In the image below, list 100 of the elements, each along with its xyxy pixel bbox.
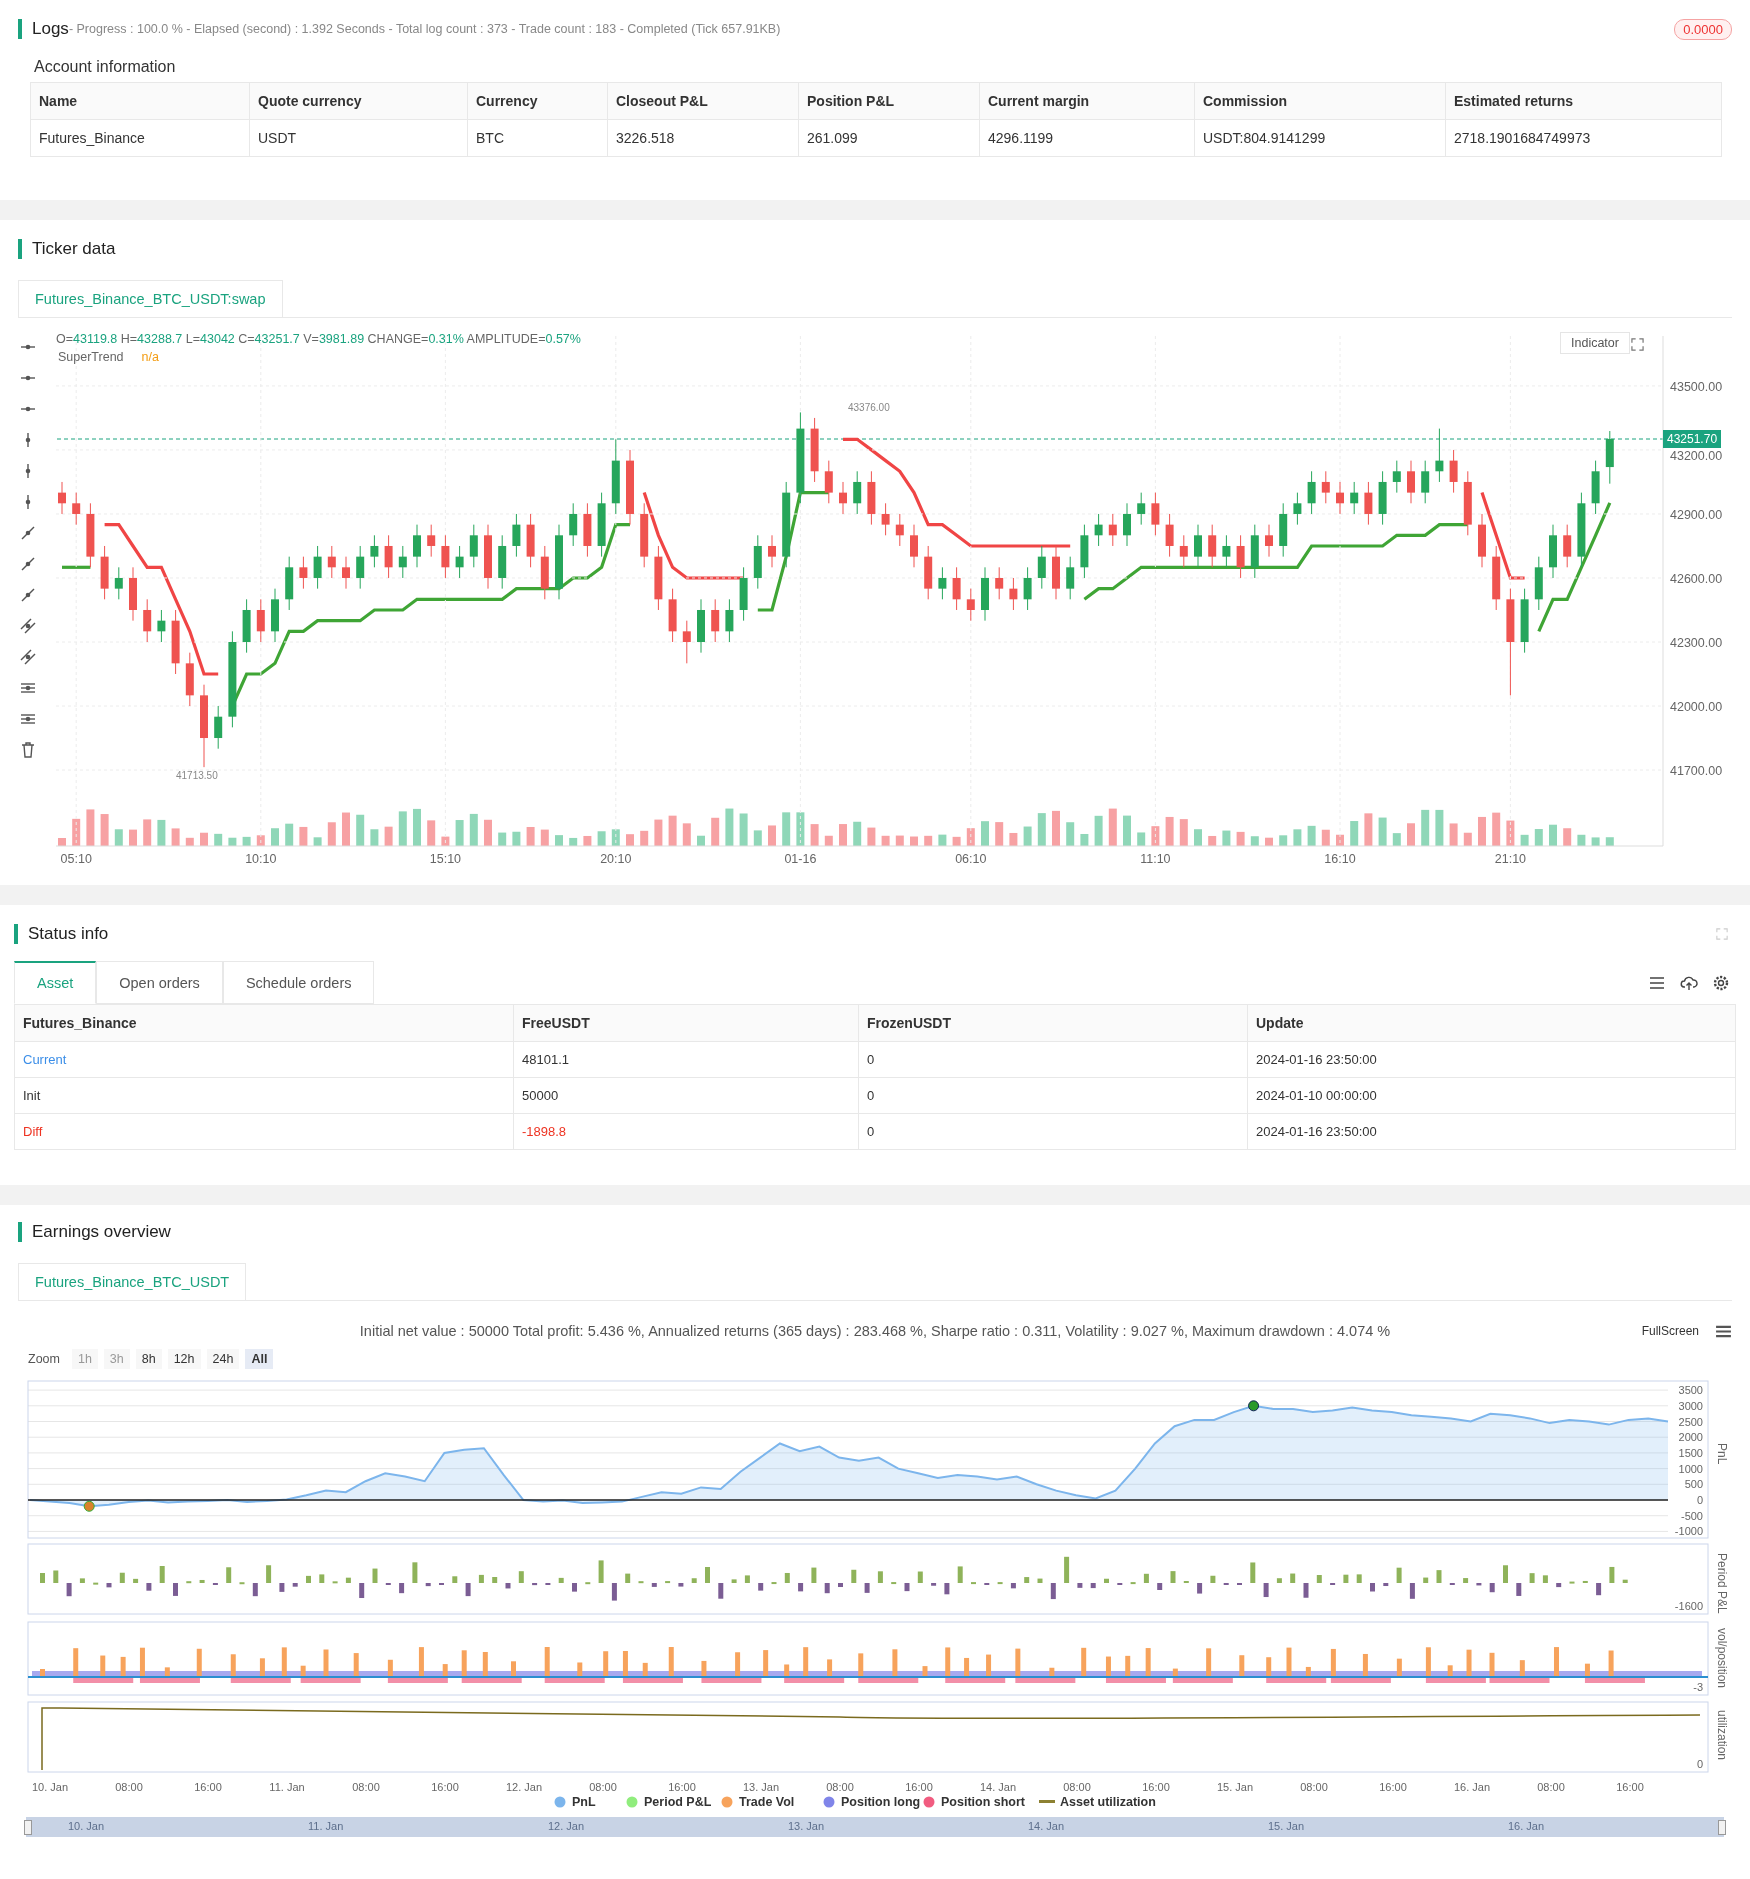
- time-axis-label: 16:10: [1324, 852, 1356, 866]
- time-axis-label: 16:00: [1142, 1781, 1170, 1793]
- candle: [1151, 492, 1160, 536]
- candle: [1023, 566, 1032, 611]
- candle: [498, 534, 507, 590]
- legend-item[interactable]: Trade Vol: [721, 1795, 795, 1809]
- candle: [171, 609, 180, 675]
- low-price-label: 41713.50: [176, 770, 218, 781]
- candle: [1492, 545, 1501, 611]
- candle: [682, 620, 691, 664]
- line-tool-icon[interactable]: [19, 617, 37, 635]
- table-cell: 2024-01-16 23:50:00: [1247, 1114, 1735, 1149]
- range-handle[interactable]: [24, 1820, 32, 1835]
- navigator-bar[interactable]: 10. Jan 11. Jan 12. Jan 13. Jan 14. Jan 15. Jan 16. Jan: [26, 1817, 1724, 1837]
- candle: [484, 524, 492, 590]
- time-axis-label: 08:00: [826, 1781, 854, 1793]
- candle: [1222, 534, 1231, 568]
- time-axis-label: 12. Jan: [505, 1781, 543, 1793]
- legend-item[interactable]: Asset utilization: [1039, 1795, 1156, 1809]
- candle: [697, 598, 705, 654]
- time-axis-label: 16:00: [668, 1781, 696, 1793]
- indicator-name: SuperTrend: [58, 350, 124, 364]
- settings-icon[interactable]: [1712, 973, 1730, 992]
- candle: [1037, 545, 1046, 590]
- legend-item[interactable]: PnL: [554, 1795, 596, 1809]
- candle: [1052, 545, 1060, 600]
- section-title: Ticker data: [32, 239, 116, 259]
- section-title: Logs: [32, 19, 69, 39]
- line-tool-icon[interactable]: [19, 586, 37, 604]
- price-axis-label: 41700.00: [1670, 764, 1723, 779]
- time-axis-label: 10. Jan: [31, 1781, 69, 1793]
- range-handle[interactable]: [1718, 1820, 1726, 1835]
- column-header: Currency: [467, 83, 607, 119]
- current-price-tag: 43251.70: [1663, 430, 1722, 448]
- table-cell: 48101.1: [513, 1042, 858, 1077]
- time-axis-label: 16:00: [194, 1781, 222, 1793]
- table-cell: 2024-01-16 23:50:00: [1247, 1042, 1735, 1077]
- column-header: Current margin: [979, 83, 1194, 119]
- navigator-label: 16. Jan: [1508, 1820, 1545, 1832]
- candle: [654, 545, 663, 611]
- time-axis-label: 16:00: [1616, 1781, 1644, 1793]
- candle: [1094, 513, 1103, 547]
- candle: [1307, 470, 1316, 515]
- candle: [924, 545, 933, 600]
- candle: [753, 534, 762, 590]
- price-axis-label: 43500.00: [1670, 379, 1723, 394]
- zoom-button[interactable]: All: [245, 1349, 274, 1369]
- trash-icon[interactable]: [19, 741, 37, 759]
- table-cell: 261.099: [798, 120, 979, 156]
- zoom-label: Zoom: [28, 1352, 60, 1366]
- candle: [1407, 460, 1415, 504]
- candle: [597, 492, 606, 558]
- candle: [569, 502, 578, 547]
- time-axis-label: 16. Jan: [1453, 1781, 1491, 1793]
- zoom-button[interactable]: 8h: [135, 1349, 162, 1369]
- candle: [867, 470, 876, 526]
- candle: [1563, 524, 1572, 568]
- indicator-button[interactable]: Indicator: [1560, 332, 1630, 354]
- candle: [583, 502, 592, 558]
- candle: [1449, 449, 1458, 494]
- candle: [668, 588, 677, 643]
- pnl-axis-label: 2500: [1678, 1415, 1703, 1428]
- expand-icon[interactable]: [1631, 338, 1644, 351]
- line-tool-icon[interactable]: [19, 648, 37, 666]
- line-tool-icon[interactable]: [19, 555, 37, 573]
- legend-item[interactable]: Period P&L: [626, 1795, 712, 1809]
- candle: [810, 417, 819, 483]
- candle: [966, 588, 975, 622]
- status-tab[interactable]: Schedule orders: [222, 961, 375, 1004]
- period-axis-label: -1600: [1674, 1600, 1703, 1612]
- zoom-button[interactable]: 12h: [167, 1349, 201, 1369]
- pnl-axis-label: -1000: [1674, 1525, 1703, 1538]
- candle: [455, 545, 464, 579]
- table-cell: USDT:804.9141299: [1194, 120, 1445, 156]
- min-point-marker: [83, 1500, 95, 1512]
- candle: [1179, 534, 1188, 568]
- candle: [1605, 430, 1614, 485]
- pnl-axis-label: 1500: [1678, 1446, 1703, 1459]
- status-tab[interactable]: Open orders: [96, 961, 223, 1004]
- fullscreen-button[interactable]: FullScreen: [1635, 1323, 1705, 1339]
- time-axis-label: 05:10: [60, 852, 92, 866]
- time-axis-label: 08:00: [1300, 1781, 1328, 1793]
- column-header: Estimated returns: [1445, 83, 1721, 119]
- menu-icon[interactable]: [1715, 1324, 1732, 1338]
- candle: [342, 556, 350, 590]
- candle: [285, 556, 294, 611]
- candle: [640, 502, 649, 568]
- candle: [58, 481, 66, 515]
- legend-item[interactable]: Position long: [823, 1795, 921, 1809]
- zoom-button[interactable]: 24h: [206, 1349, 240, 1369]
- candle: [256, 598, 265, 643]
- legend-item[interactable]: Position short: [923, 1795, 1026, 1809]
- candle: [853, 470, 862, 515]
- candle: [1208, 524, 1217, 568]
- pnl-axis-label: 2000: [1678, 1431, 1703, 1444]
- indicator-value: n/a: [141, 350, 159, 364]
- candle: [1392, 460, 1401, 494]
- candle: [185, 652, 194, 707]
- candle: [1520, 588, 1529, 654]
- line-tool-icon[interactable]: [19, 524, 37, 542]
